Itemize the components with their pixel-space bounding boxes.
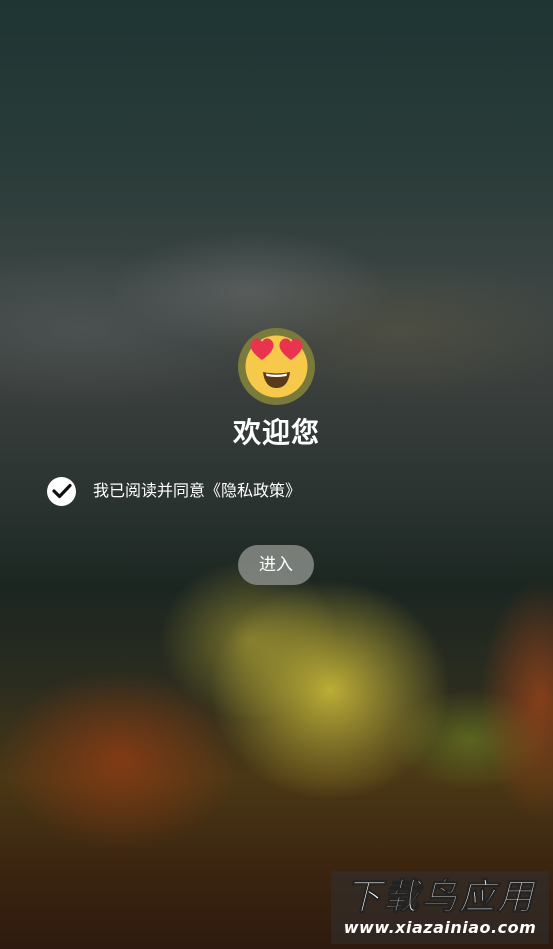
watermark-title: 下载鸟应用 (344, 876, 535, 918)
heart-eyes-face-icon (238, 328, 315, 405)
welcome-title: 欢迎您 (232, 416, 320, 449)
watermark-url: www.xiazainiao.com (343, 917, 537, 937)
checkmark-icon (51, 483, 72, 499)
site-watermark: 下载鸟应用 www.xiazainiao.com (331, 871, 549, 944)
enter-button[interactable]: 进入 (238, 545, 314, 585)
privacy-agreement-row: 我已阅读并同意《隐私政策》 (47, 476, 301, 506)
agree-checkbox[interactable] (47, 476, 76, 506)
blurred-background (0, 0, 553, 949)
privacy-agreement-text[interactable]: 我已阅读并同意《隐私政策》 (93, 476, 301, 506)
welcome-screen: 欢迎您 我已阅读并同意《隐私政策》 进入 下载鸟应用 www.xiazainia… (0, 0, 553, 949)
